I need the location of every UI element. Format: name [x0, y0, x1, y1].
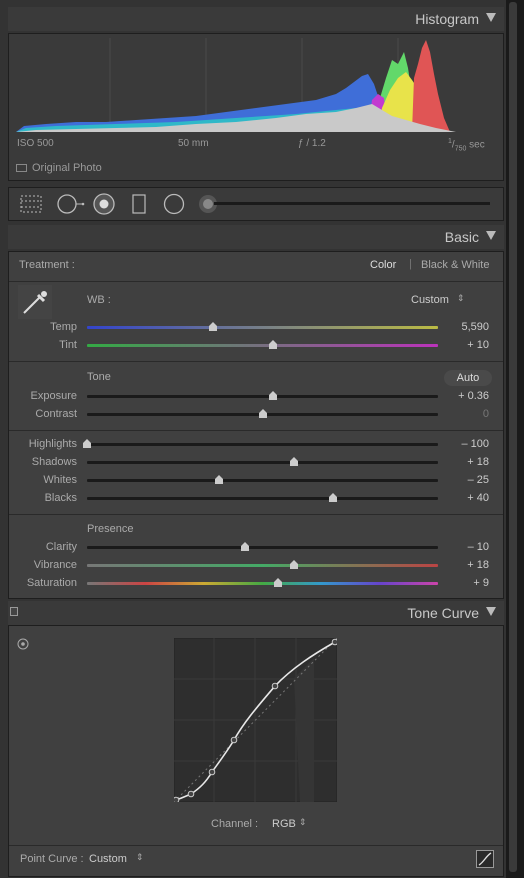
- treatment-label: Treatment :: [19, 259, 75, 271]
- highlights-slider-thumb[interactable]: [83, 439, 91, 448]
- panel-scrollbar-thumb[interactable]: [509, 2, 517, 872]
- original-photo-checkbox[interactable]: [16, 164, 27, 172]
- temp-value[interactable]: 5,590: [439, 321, 489, 333]
- tone-curve-title: Tone Curve: [407, 605, 479, 621]
- shutter-denominator: 750: [454, 145, 467, 153]
- contrast-label: Contrast: [35, 408, 77, 420]
- shutter-readout: 1/750 sec: [448, 138, 485, 153]
- focal-length-readout: 50 mm: [178, 138, 209, 149]
- tint-label: Tint: [59, 339, 77, 351]
- shadows-slider-track[interactable]: [87, 461, 438, 464]
- channel-select-arrows-icon[interactable]: ⇕: [299, 817, 307, 828]
- tint-slider-thumb[interactable]: [269, 340, 278, 349]
- vibrance-slider-track[interactable]: [87, 564, 438, 567]
- treatment-color-option[interactable]: Color: [370, 259, 396, 271]
- wb-eyedropper-icon[interactable]: [18, 285, 52, 319]
- exposure-label: Exposure: [30, 390, 77, 402]
- basic-header[interactable]: Basic: [8, 225, 504, 249]
- whites-slider-track[interactable]: [87, 479, 438, 482]
- temp-slider-track[interactable]: [87, 326, 438, 329]
- histogram-graph[interactable]: [16, 38, 496, 132]
- channel-label: Channel :: [211, 818, 259, 830]
- point-curve-label: Point Curve :: [20, 853, 84, 865]
- shadows-value[interactable]: + 18: [439, 456, 489, 468]
- saturation-slider-track[interactable]: [87, 582, 438, 585]
- wb-select-arrows-icon[interactable]: ⇕: [457, 293, 465, 304]
- vibrance-value[interactable]: + 18: [439, 559, 489, 571]
- shadows-slider-thumb[interactable]: [290, 457, 299, 466]
- red-eye-icon[interactable]: [93, 193, 115, 215]
- tone-curve-header[interactable]: Tone Curve: [8, 601, 504, 625]
- clarity-label: Clarity: [45, 541, 77, 553]
- clarity-slider-track[interactable]: [87, 546, 438, 549]
- auto-tone-button[interactable]: Auto: [444, 370, 492, 386]
- whites-label: Whites: [43, 474, 77, 486]
- exposure-slider-track[interactable]: [87, 395, 438, 398]
- divider: [9, 361, 503, 362]
- temp-label: Temp: [50, 321, 77, 333]
- exposure-slider-thumb[interactable]: [269, 391, 278, 400]
- crop-overlay-icon[interactable]: [19, 194, 43, 214]
- point-curve-select[interactable]: Custom: [89, 853, 127, 865]
- wb-preset-select[interactable]: Custom: [411, 294, 449, 306]
- presence-section-label: Presence: [87, 523, 134, 535]
- graduated-filter-icon[interactable]: [131, 193, 147, 215]
- channel-select[interactable]: RGB: [272, 818, 296, 830]
- tint-slider-track[interactable]: [87, 344, 438, 347]
- tint-value[interactable]: + 10: [439, 339, 489, 351]
- collapse-triangle-icon[interactable]: [486, 231, 496, 240]
- shutter-unit: sec: [469, 139, 485, 151]
- highlights-label: Highlights: [28, 438, 77, 450]
- histogram-title: Histogram: [415, 11, 479, 27]
- spot-removal-icon[interactable]: [56, 193, 86, 215]
- edit-point-curve-icon[interactable]: [476, 850, 494, 868]
- divider: [9, 845, 503, 846]
- blacks-label: Blacks: [44, 492, 77, 504]
- tone-section-label: Tone: [87, 371, 111, 383]
- blacks-slider-thumb[interactable]: [328, 493, 337, 502]
- saturation-value[interactable]: + 9: [439, 577, 489, 589]
- whites-slider-thumb[interactable]: [214, 475, 223, 484]
- blacks-slider-track[interactable]: [87, 497, 438, 500]
- adjustment-brush-slider[interactable]: [198, 194, 494, 214]
- contrast-slider-thumb[interactable]: [258, 409, 267, 418]
- tone-curve-graph[interactable]: [174, 638, 337, 802]
- vibrance-slider-thumb[interactable]: [290, 560, 299, 569]
- basic-title: Basic: [444, 229, 479, 245]
- treatment-bw-option[interactable]: Black & White: [421, 259, 489, 271]
- shadows-label: Shadows: [31, 456, 77, 468]
- exposure-value[interactable]: + 0.36: [439, 390, 489, 402]
- temp-slider-thumb[interactable]: [209, 322, 218, 331]
- iso-readout: ISO 500: [17, 138, 54, 149]
- clarity-slider-thumb[interactable]: [240, 542, 249, 551]
- target-adjust-icon[interactable]: [17, 638, 29, 650]
- radial-filter-icon[interactable]: [163, 193, 185, 215]
- saturation-label: Saturation: [26, 577, 77, 589]
- whites-value[interactable]: – 25: [439, 474, 489, 486]
- highlights-value[interactable]: – 100: [439, 438, 489, 450]
- blacks-value[interactable]: + 40: [439, 492, 489, 504]
- wb-label: WB :: [87, 294, 111, 306]
- panel-toggle-icon[interactable]: [10, 607, 18, 616]
- divider: [9, 430, 503, 431]
- shutter-numerator: 1: [448, 138, 452, 145]
- original-photo-toggle[interactable]: Original Photo: [16, 162, 102, 174]
- vibrance-label: Vibrance: [33, 559, 77, 571]
- collapse-triangle-icon[interactable]: [486, 13, 496, 22]
- treatment-divider: |: [409, 258, 412, 270]
- contrast-value[interactable]: 0: [439, 408, 489, 420]
- original-photo-label: Original Photo: [32, 162, 102, 174]
- point-curve-select-arrows-icon[interactable]: ⇕: [136, 852, 144, 863]
- aperture-readout: ƒ / 1.2: [298, 138, 326, 149]
- clarity-value[interactable]: – 10: [439, 541, 489, 553]
- highlights-slider-track[interactable]: [87, 443, 438, 446]
- saturation-slider-thumb[interactable]: [274, 578, 283, 587]
- divider: [9, 514, 503, 515]
- collapse-triangle-icon[interactable]: [486, 607, 496, 616]
- divider: [9, 281, 503, 282]
- histogram-header[interactable]: Histogram: [8, 7, 504, 31]
